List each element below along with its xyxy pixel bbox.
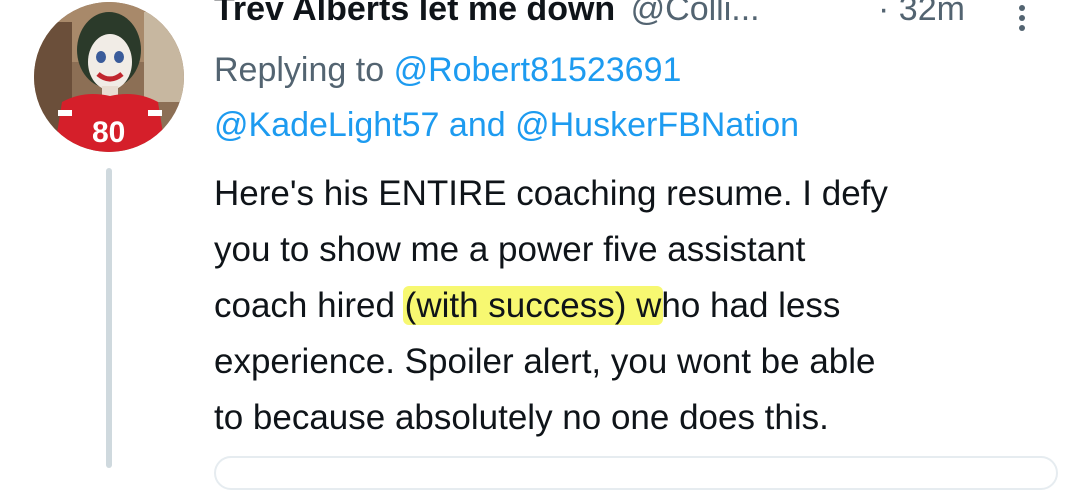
mention-conjunction[interactable]: and xyxy=(449,106,506,144)
mention-link[interactable]: @KadeLight57 xyxy=(214,106,439,144)
quoted-card-edge[interactable] xyxy=(214,456,1058,490)
timestamp-text: 32m xyxy=(898,0,965,28)
timestamp-separator: · xyxy=(878,0,890,28)
mention-link[interactable]: @Robert81523691 xyxy=(394,51,682,89)
tweet-text[interactable]: Here's his ENTIRE coaching resume. I def… xyxy=(214,166,1054,446)
avatar-image: 80 xyxy=(34,2,184,152)
replying-to-line-continued: @KadeLight57 and @HuskerFBNation xyxy=(214,99,799,151)
more-vertical-icon[interactable] xyxy=(1012,0,1032,36)
jersey-number: 80 xyxy=(92,116,125,149)
tweet-text-line: experience. Spoiler alert, you wont be a… xyxy=(214,342,876,381)
tweet-text-line: you to show me a power five assistant xyxy=(214,230,806,269)
avatar[interactable]: 80 xyxy=(34,2,184,152)
tweet-text-line: Here's his ENTIRE coaching resume. I def… xyxy=(214,174,888,213)
tweet-text-fragment: ho had less xyxy=(661,286,841,325)
thread-connector-line xyxy=(106,168,112,468)
author-name[interactable]: Trev Alberts let me down xyxy=(214,0,615,28)
mention-link[interactable]: @HuskerFBNation xyxy=(515,106,799,144)
replying-to-label: Replying to xyxy=(214,51,385,89)
replying-to-line: Replying to @Robert81523691 xyxy=(214,44,681,96)
highlighted-text: (with success) w xyxy=(402,286,664,325)
tweet-text-line: coach hired (with success) who had less xyxy=(214,278,1054,334)
tweet-timestamp[interactable]: · 32m xyxy=(878,0,965,32)
tweet-text-line: to because absolutely no one does this. xyxy=(214,398,829,437)
author-handle[interactable]: @Colli... xyxy=(631,0,760,28)
tweet-text-fragment: coach hired xyxy=(214,286,405,325)
